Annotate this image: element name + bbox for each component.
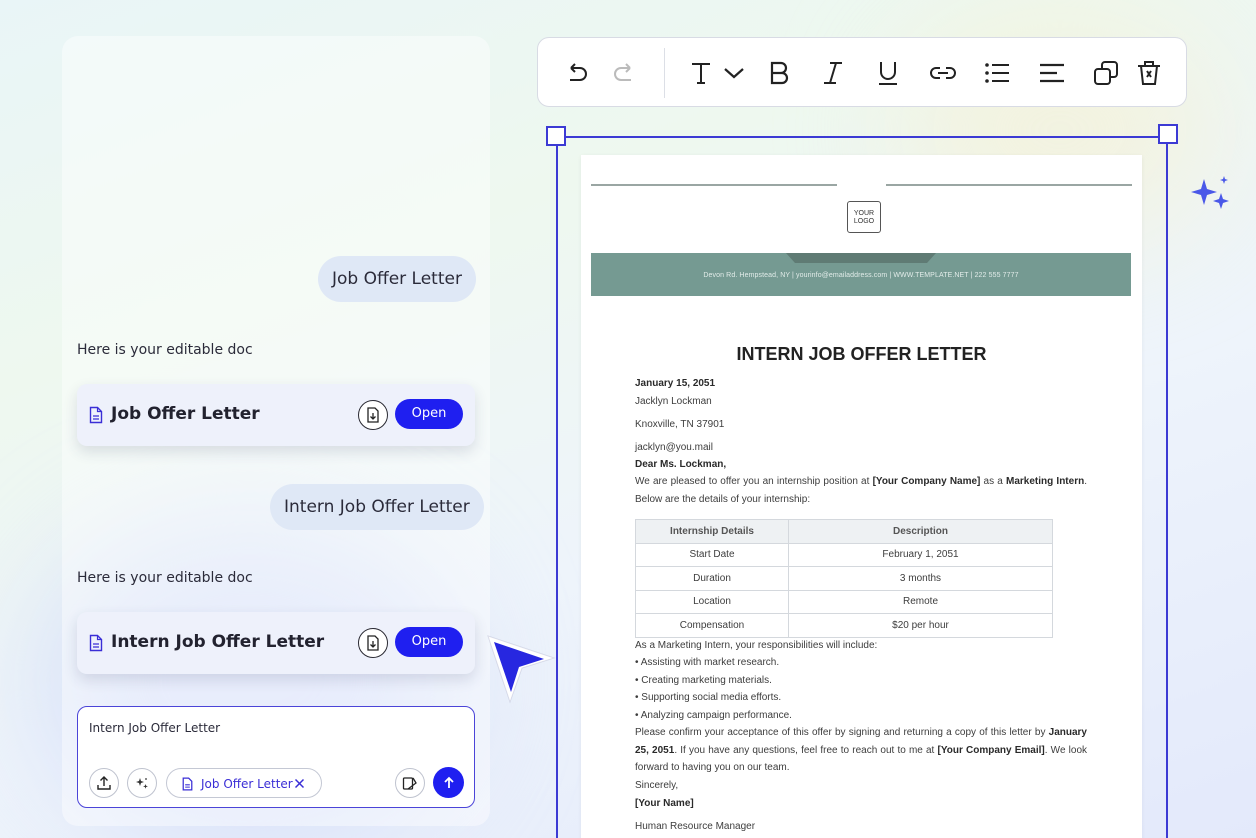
doc-card[interactable]: Intern Job Offer Letter Open — [77, 612, 475, 674]
duplicate-icon[interactable] — [1092, 59, 1120, 87]
assistant-message: Here is your editable doc — [77, 570, 253, 586]
upload-button[interactable] — [89, 768, 119, 798]
resize-handle-top-left[interactable] — [546, 126, 566, 146]
magic-button[interactable] — [127, 768, 157, 798]
sparkle-icon — [1191, 176, 1229, 209]
selection-frame — [556, 136, 1168, 838]
align-icon[interactable] — [1038, 59, 1066, 87]
user-message: Job Offer Letter — [318, 256, 476, 302]
doc-card[interactable]: Job Offer Letter Open — [77, 384, 475, 446]
chip-label: Job Offer Letter — [201, 777, 293, 791]
doc-card-title: Intern Job Offer Letter — [111, 632, 325, 652]
upload-icon — [97, 776, 111, 790]
download-icon — [367, 407, 379, 423]
italic-icon[interactable] — [819, 59, 847, 87]
resize-handle-top-right[interactable] — [1158, 124, 1178, 144]
doc-card-title: Job Offer Letter — [111, 404, 260, 424]
open-button[interactable]: Open — [395, 399, 463, 429]
text-style-icon[interactable] — [687, 59, 715, 87]
download-button[interactable] — [358, 400, 388, 430]
assistant-message: Here is your editable doc — [77, 342, 253, 358]
template-button[interactable] — [395, 768, 425, 798]
arrow-up-icon — [443, 776, 454, 788]
user-message: Intern Job Offer Letter — [270, 484, 484, 530]
link-icon[interactable] — [929, 59, 957, 87]
bold-icon[interactable] — [765, 59, 793, 87]
close-icon[interactable] — [294, 778, 305, 789]
redo-icon[interactable] — [611, 59, 639, 87]
download-icon — [367, 635, 379, 651]
chevron-down-icon[interactable] — [720, 59, 748, 87]
list-icon[interactable] — [983, 59, 1011, 87]
sparkle-icon — [136, 778, 148, 789]
format-toolbar — [537, 37, 1187, 107]
download-button[interactable] — [358, 628, 388, 658]
document-icon — [182, 777, 193, 791]
chat-input[interactable]: Intern Job Offer Letter — [89, 721, 220, 735]
template-icon — [402, 777, 417, 790]
open-button[interactable]: Open — [395, 627, 463, 657]
delete-icon[interactable] — [1135, 59, 1163, 87]
chat-input-box[interactable]: Intern Job Offer Letter Job Offer Letter — [77, 706, 475, 808]
document-icon — [89, 406, 103, 424]
pointer-cursor-icon — [487, 635, 556, 704]
document-icon — [89, 634, 103, 652]
toolbar-divider — [664, 48, 665, 98]
attached-doc-chip[interactable]: Job Offer Letter — [166, 768, 322, 798]
underline-icon[interactable] — [874, 59, 902, 87]
send-button[interactable] — [433, 767, 464, 798]
undo-icon[interactable] — [562, 59, 590, 87]
